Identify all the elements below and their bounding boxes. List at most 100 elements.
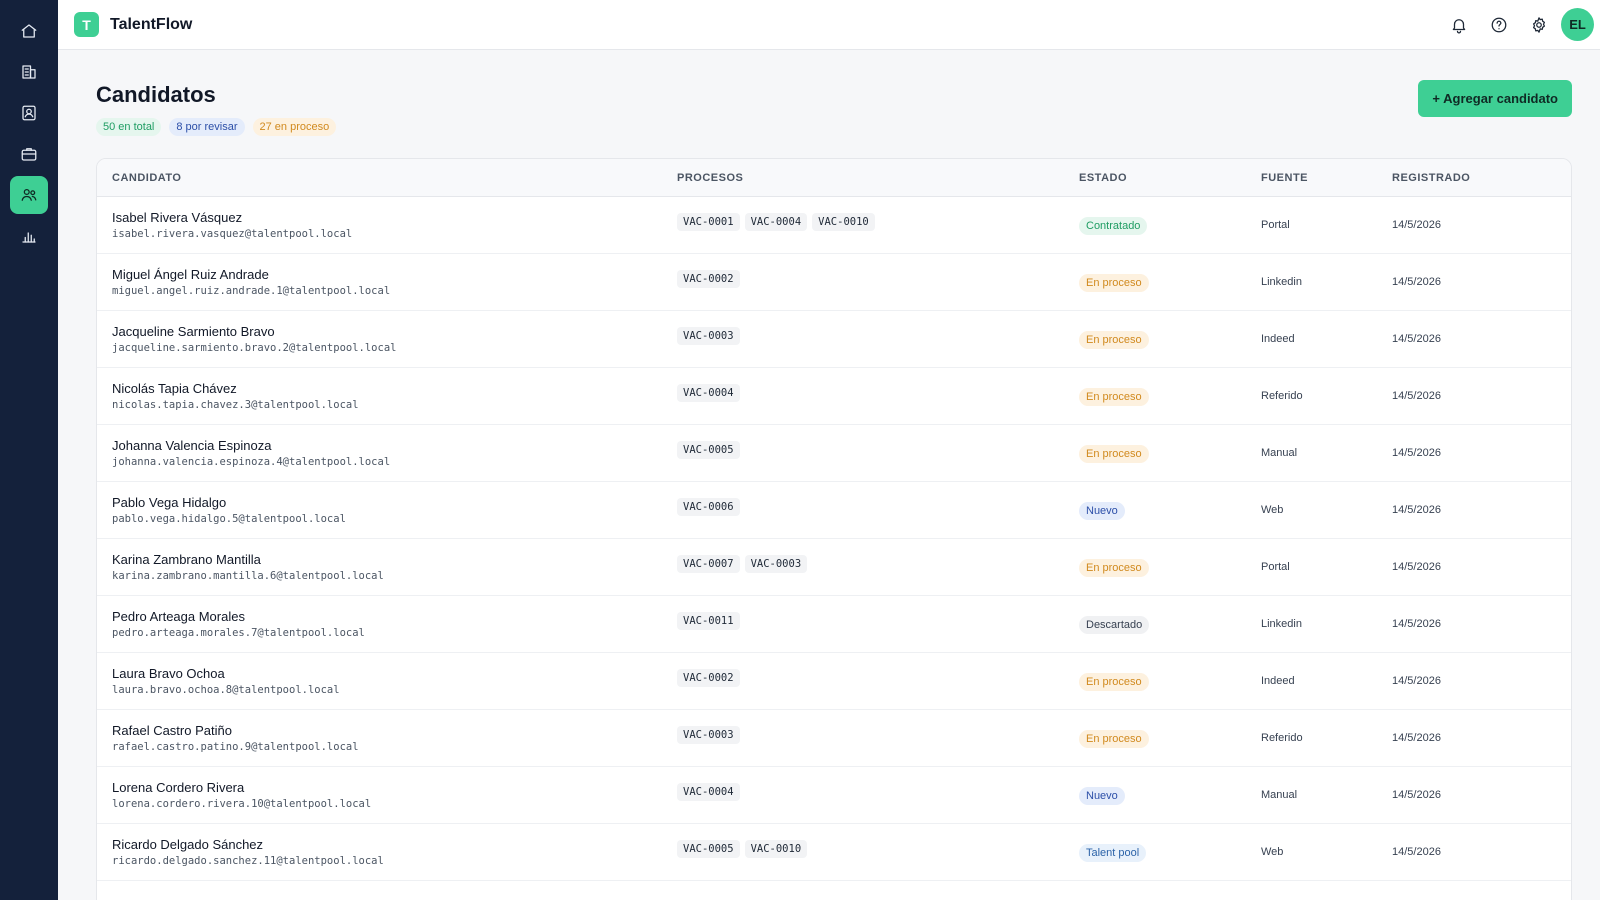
help-button[interactable]: [1479, 5, 1519, 45]
app-name[interactable]: TalentFlow: [110, 16, 192, 34]
candidate-name[interactable]: Lorena Cordero Rivera: [112, 780, 677, 795]
process-tag[interactable]: VAC-0010: [812, 213, 875, 231]
status-cell: Contratado: [1079, 216, 1261, 235]
candidate-name[interactable]: Isabel Rivera Vásquez: [112, 210, 677, 225]
process-tag[interactable]: VAC-0001: [677, 213, 740, 231]
source-cell: Web: [1261, 846, 1284, 858]
candidate-name[interactable]: Jacqueline Sarmiento Bravo: [112, 324, 677, 339]
candidate-cell: Nicolás Tapia Chávez nicolas.tapia.chave…: [97, 381, 677, 411]
gear-icon: [1532, 16, 1546, 33]
status-badge: En proceso: [1079, 729, 1149, 748]
candidate-email: lorena.cordero.rivera.10@talentpool.loca…: [112, 798, 372, 810]
candidate-name[interactable]: Ricardo Delgado Sánchez: [112, 837, 677, 852]
candidate-cell: Lorena Cordero Rivera lorena.cordero.riv…: [97, 780, 677, 810]
process-tag[interactable]: VAC-0004: [744, 213, 808, 231]
table-row[interactable]: Miguel Ángel Ruiz Andrade miguel.angel.r…: [97, 254, 1571, 311]
status-cell: En proceso: [1079, 672, 1261, 691]
table-row[interactable]: Nicolás Tapia Chávez nicolas.tapia.chave…: [97, 368, 1571, 425]
candidate-name[interactable]: Pablo Vega Hidalgo: [112, 495, 677, 510]
process-tag[interactable]: VAC-0004: [677, 783, 740, 801]
status-cell: Descartado: [1079, 615, 1261, 634]
process-tag[interactable]: VAC-0003: [677, 726, 740, 744]
column-header-status[interactable]: ESTADO: [1079, 172, 1261, 184]
process-tag[interactable]: VAC-0010: [744, 840, 808, 858]
table-row[interactable]: Karina Zambrano Mantilla karina.zambrano…: [97, 539, 1571, 596]
process-tag[interactable]: VAC-0011: [677, 612, 740, 630]
top-actions: EL: [1439, 5, 1600, 45]
candidate-cell: Rafael Castro Patiño rafael.castro.patin…: [97, 723, 677, 753]
source-cell: Portal: [1261, 219, 1290, 231]
sidebar-item-candidates[interactable]: [10, 176, 48, 214]
source-cell: Referido: [1261, 732, 1303, 744]
column-header-candidate[interactable]: CANDIDATO: [97, 172, 677, 184]
candidate-cell: Pedro Arteaga Morales pedro.arteaga.mora…: [97, 609, 677, 639]
sidebar-item-home[interactable]: [10, 12, 48, 50]
process-tag[interactable]: VAC-0002: [677, 669, 740, 687]
candidate-cell: Pablo Vega Hidalgo pablo.vega.hidalgo.5@…: [97, 495, 677, 525]
briefcase-icon: [21, 148, 37, 161]
process-tag[interactable]: VAC-0007: [677, 555, 740, 573]
sidebar-item-reports[interactable]: [10, 217, 48, 255]
process-tag[interactable]: VAC-0005: [677, 840, 740, 858]
table-row[interactable]: Rafael Castro Patiño rafael.castro.patin…: [97, 710, 1571, 767]
page-title: Candidatos: [96, 82, 216, 107]
table-row[interactable]: Johanna Valencia Espinoza johanna.valenc…: [97, 425, 1571, 482]
sidebar-item-contacts[interactable]: [10, 94, 48, 132]
add-candidate-button[interactable]: + Agregar candidato: [1418, 80, 1572, 117]
candidate-email: miguel.angel.ruiz.andrade.1@talentpool.l…: [112, 285, 391, 297]
processes-cell: VAC-0002: [677, 669, 1079, 687]
table-row[interactable]: Jacqueline Sarmiento Bravo jacqueline.sa…: [97, 311, 1571, 368]
table-row[interactable]: Lucía Gómez Tobar: [97, 881, 1571, 900]
processes-cell: VAC-0006: [677, 498, 1079, 516]
table-header: CANDIDATO PROCESOS ESTADO FUENTE REGISTR…: [97, 159, 1571, 197]
status-badge: En proceso: [1079, 273, 1149, 292]
table-row[interactable]: Lorena Cordero Rivera lorena.cordero.riv…: [97, 767, 1571, 824]
candidate-name[interactable]: Laura Bravo Ochoa: [112, 666, 677, 681]
registered-date: 14/5/2026: [1392, 618, 1441, 630]
candidate-email: jacqueline.sarmiento.bravo.2@talentpool.…: [112, 342, 397, 354]
sidebar-item-companies[interactable]: [10, 53, 48, 91]
table-row[interactable]: Pablo Vega Hidalgo pablo.vega.hidalgo.5@…: [97, 482, 1571, 539]
table-body: Isabel Rivera Vásquez isabel.rivera.vasq…: [97, 197, 1571, 900]
process-tag[interactable]: VAC-0003: [677, 327, 740, 345]
table-row[interactable]: Pedro Arteaga Morales pedro.arteaga.mora…: [97, 596, 1571, 653]
column-header-source[interactable]: FUENTE: [1261, 172, 1392, 184]
candidate-name[interactable]: Nicolás Tapia Chávez: [112, 381, 677, 396]
candidate-email: laura.bravo.ochoa.8@talentpool.local: [112, 684, 340, 696]
bar-chart-icon: [22, 232, 36, 243]
status-cell: En proceso: [1079, 273, 1261, 292]
process-tag[interactable]: VAC-0005: [677, 441, 740, 459]
candidate-email: karina.zambrano.mantilla.6@talentpool.lo…: [112, 570, 384, 582]
candidate-cell: Jacqueline Sarmiento Bravo jacqueline.sa…: [97, 324, 677, 354]
user-avatar[interactable]: EL: [1561, 8, 1594, 41]
column-header-registered[interactable]: REGISTRADO: [1392, 172, 1571, 184]
processes-cell: VAC-0003: [677, 726, 1079, 744]
candidate-name[interactable]: Pedro Arteaga Morales: [112, 609, 677, 624]
sidebar-item-jobs[interactable]: [10, 135, 48, 173]
candidate-email: ricardo.delgado.sanchez.11@talentpool.lo…: [112, 855, 384, 867]
processes-cell: VAC-0011: [677, 612, 1079, 630]
home-icon: [21, 24, 37, 38]
candidate-email: johanna.valencia.espinoza.4@talentpool.l…: [112, 456, 391, 468]
column-header-processes[interactable]: PROCESOS: [677, 172, 1079, 184]
processes-cell: VAC-0001 VAC-0004 VAC-0010: [677, 213, 1079, 231]
status-badge: Talent pool: [1079, 843, 1147, 862]
status-cell: Nuevo: [1079, 786, 1261, 805]
candidate-name[interactable]: Karina Zambrano Mantilla: [112, 552, 677, 567]
table-row[interactable]: Isabel Rivera Vásquez isabel.rivera.vasq…: [97, 197, 1571, 254]
settings-button[interactable]: [1519, 5, 1559, 45]
contact-card-icon: [22, 105, 36, 121]
candidate-name[interactable]: Johanna Valencia Espinoza: [112, 438, 677, 453]
process-tag[interactable]: VAC-0002: [677, 270, 740, 288]
table-row[interactable]: Ricardo Delgado Sánchez ricardo.delgado.…: [97, 824, 1571, 881]
process-tag[interactable]: VAC-0006: [677, 498, 740, 516]
process-tag[interactable]: VAC-0003: [744, 555, 808, 573]
registered-date: 14/5/2026: [1392, 333, 1441, 345]
candidate-email: rafael.castro.patino.9@talentpool.local: [112, 741, 359, 753]
process-tag[interactable]: VAC-0004: [677, 384, 740, 402]
app-logo[interactable]: T: [74, 12, 99, 37]
candidate-name[interactable]: Miguel Ángel Ruiz Andrade: [112, 267, 677, 282]
candidate-name[interactable]: Rafael Castro Patiño: [112, 723, 677, 738]
notifications-button[interactable]: [1439, 5, 1479, 45]
table-row[interactable]: Laura Bravo Ochoa laura.bravo.ochoa.8@ta…: [97, 653, 1571, 710]
